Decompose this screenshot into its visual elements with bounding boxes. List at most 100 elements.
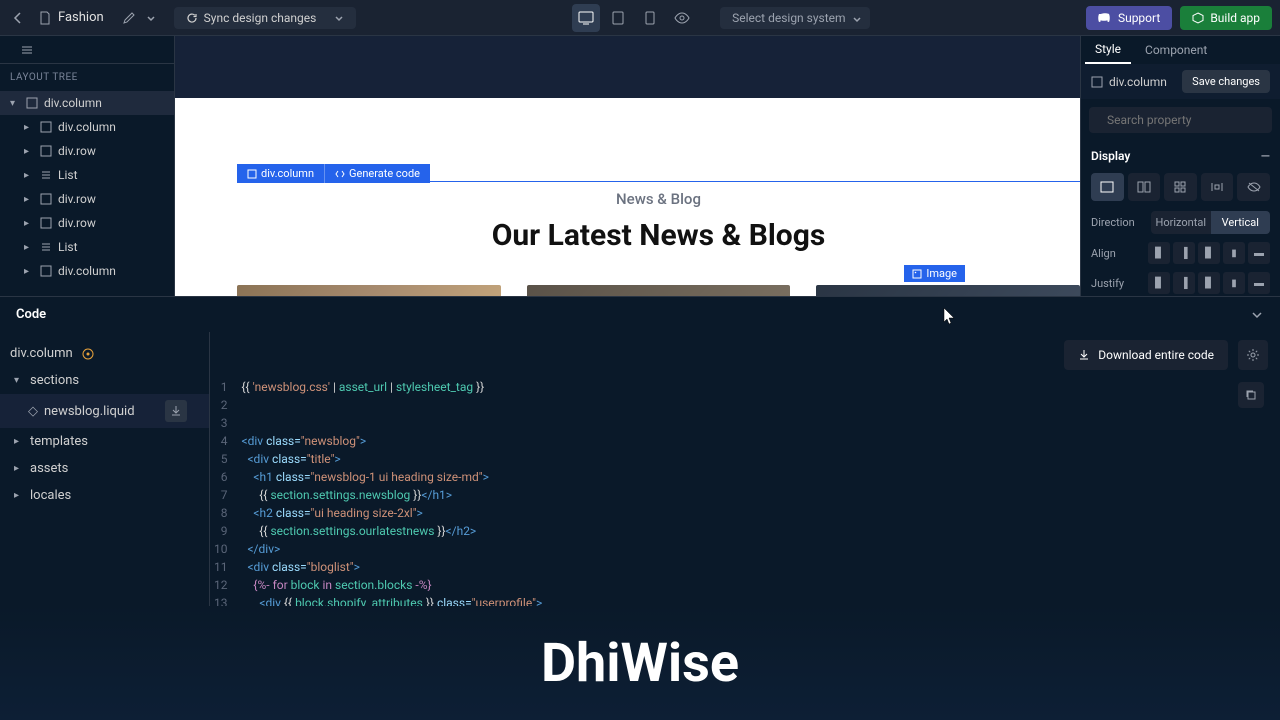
chevron-right-icon: ▸ [24,266,34,277]
edit-icon[interactable] [122,11,136,25]
save-changes-button[interactable]: Save changes [1182,70,1270,93]
row-icon [40,217,52,229]
code-tree-label: newsblog.liquid [44,404,135,419]
display-flex-button[interactable] [1128,173,1161,201]
display-grid-button[interactable] [1164,173,1197,201]
tree-item[interactable]: ▸div.row [0,139,174,163]
tree-item[interactable]: ▸List [0,163,174,187]
chevron-down-icon[interactable] [1250,308,1264,322]
display-none-button[interactable] [1237,173,1270,201]
chevron-right-icon: ▸ [24,194,34,205]
selected-element-label: div.column [1109,75,1167,89]
tree-item[interactable]: ▸ List [0,235,174,259]
align-stretch[interactable]: ▮ [1223,242,1245,264]
justify-center[interactable]: ▐ [1173,272,1195,294]
build-label: Build app [1210,11,1260,25]
code-breadcrumb: div.column [0,340,209,367]
generate-code-button[interactable]: Generate code [324,164,430,183]
design-system-select[interactable]: Select design system [720,7,870,29]
display-block-button[interactable] [1091,173,1124,201]
property-search[interactable] [1089,107,1272,133]
sync-label: Sync design changes [204,11,317,25]
selection-toolbar: div.column Generate code [237,164,430,183]
align-row: Align ▊ ▐ ▊ ▮ ▬ [1091,242,1270,264]
blog-image[interactable] [527,285,791,296]
support-button[interactable]: Support [1086,6,1172,30]
align-baseline[interactable]: ▬ [1248,242,1270,264]
file-tab[interactable]: Fashion [38,10,104,25]
layout-tree-panel: LAYOUT TREE ▾ div.column ▸div.column ▸di… [0,36,175,296]
align-end[interactable]: ▊ [1198,242,1220,264]
display-section: Display — Direction Horizontal Vertical … [1081,141,1280,310]
preview-eye-button[interactable] [668,4,696,32]
topbar-left: Fashion Sync design changes [8,7,356,29]
code-icon [335,169,345,179]
tab-component[interactable]: Component [1135,37,1217,63]
code-panel-title: Code [16,307,46,322]
property-search-input[interactable] [1107,113,1263,127]
align-start[interactable]: ▊ [1148,242,1170,264]
gear-icon [1246,348,1260,362]
blog-image[interactable] [237,285,501,296]
brand-name: DhiWise [541,632,739,695]
tree-item-label: List [58,240,78,254]
chevron-down-icon [334,13,344,23]
build-button[interactable]: Build app [1180,6,1272,30]
chevron-right-icon: ▸ [14,463,24,474]
image-icon [912,269,922,279]
sync-button[interactable]: Sync design changes [174,7,357,29]
column-icon [1091,76,1103,88]
device-preview-group: Select design system [364,4,1078,32]
column-icon [247,169,257,179]
download-code-button[interactable]: Download entire code [1064,340,1228,370]
justify-row: Justify ▊ ▐ ▊ ▮ ▬ [1091,272,1270,294]
code-tree-newsblog[interactable]: ◇ newsblog.liquid [0,394,209,428]
tree-item[interactable]: ▸ div.row [0,187,174,211]
tree-item[interactable]: ▸div.column [0,115,174,139]
collapse-icon[interactable]: — [1261,149,1270,163]
code-tree-locales[interactable]: ▸locales [0,482,209,509]
topbar: Fashion Sync design changes Select desig… [0,0,1280,36]
tree-root[interactable]: ▾ div.column [0,91,174,115]
tree-item-label: div.row [58,192,96,206]
mobile-preview-button[interactable] [636,4,664,32]
justify-between[interactable]: ▮ [1223,272,1245,294]
canvas[interactable]: div.column Generate code Image News & Bl… [175,36,1080,296]
desktop-preview-button[interactable] [572,4,600,32]
code-breadcrumb-label: div.column [10,346,73,361]
blog-image[interactable] [816,285,1080,296]
download-code-label: Download entire code [1098,348,1214,362]
display-inline-button[interactable] [1201,173,1234,201]
code-tree-label: assets [30,461,68,476]
chevron-right-icon: ▸ [24,242,34,253]
download-file-icon[interactable] [165,400,187,422]
file-dropdown[interactable] [146,13,156,23]
tree-item[interactable]: ▸div.row [0,211,174,235]
target-icon[interactable] [81,347,95,361]
direction-vertical[interactable]: Vertical [1211,211,1271,234]
code-settings-button[interactable] [1238,340,1268,370]
canvas-subtitle: News & Blog [237,188,1080,208]
liquid-icon: ◇ [28,404,38,419]
code-tree-templates[interactable]: ▸templates [0,428,209,455]
chevron-right-icon: ▸ [24,170,34,181]
back-button[interactable] [8,8,28,28]
selected-element-tag[interactable]: div.column [237,164,324,183]
image-element-tag[interactable]: Image [904,265,965,282]
code-tree-sections[interactable]: ▾sections [0,367,209,394]
code-editor[interactable]: 1234567891011121314 {{ 'newsblog.css' | … [210,378,1280,630]
copy-code-button[interactable] [1238,382,1264,408]
generate-code-label: Generate code [349,167,420,180]
code-tree-assets[interactable]: ▸ assets [0,455,209,482]
tab-style[interactable]: Style [1085,36,1131,64]
canvas-title: Our Latest News & Blogs [237,218,1080,253]
direction-horizontal[interactable]: Horizontal [1151,211,1211,234]
justify-around[interactable]: ▬ [1248,272,1270,294]
justify-end[interactable]: ▊ [1198,272,1220,294]
selected-element: div.column [1091,75,1167,89]
justify-start[interactable]: ▊ [1148,272,1170,294]
align-center[interactable]: ▐ [1173,242,1195,264]
layers-icon[interactable] [20,43,34,57]
tree-item[interactable]: ▸div.column [0,259,174,283]
tablet-preview-button[interactable] [604,4,632,32]
